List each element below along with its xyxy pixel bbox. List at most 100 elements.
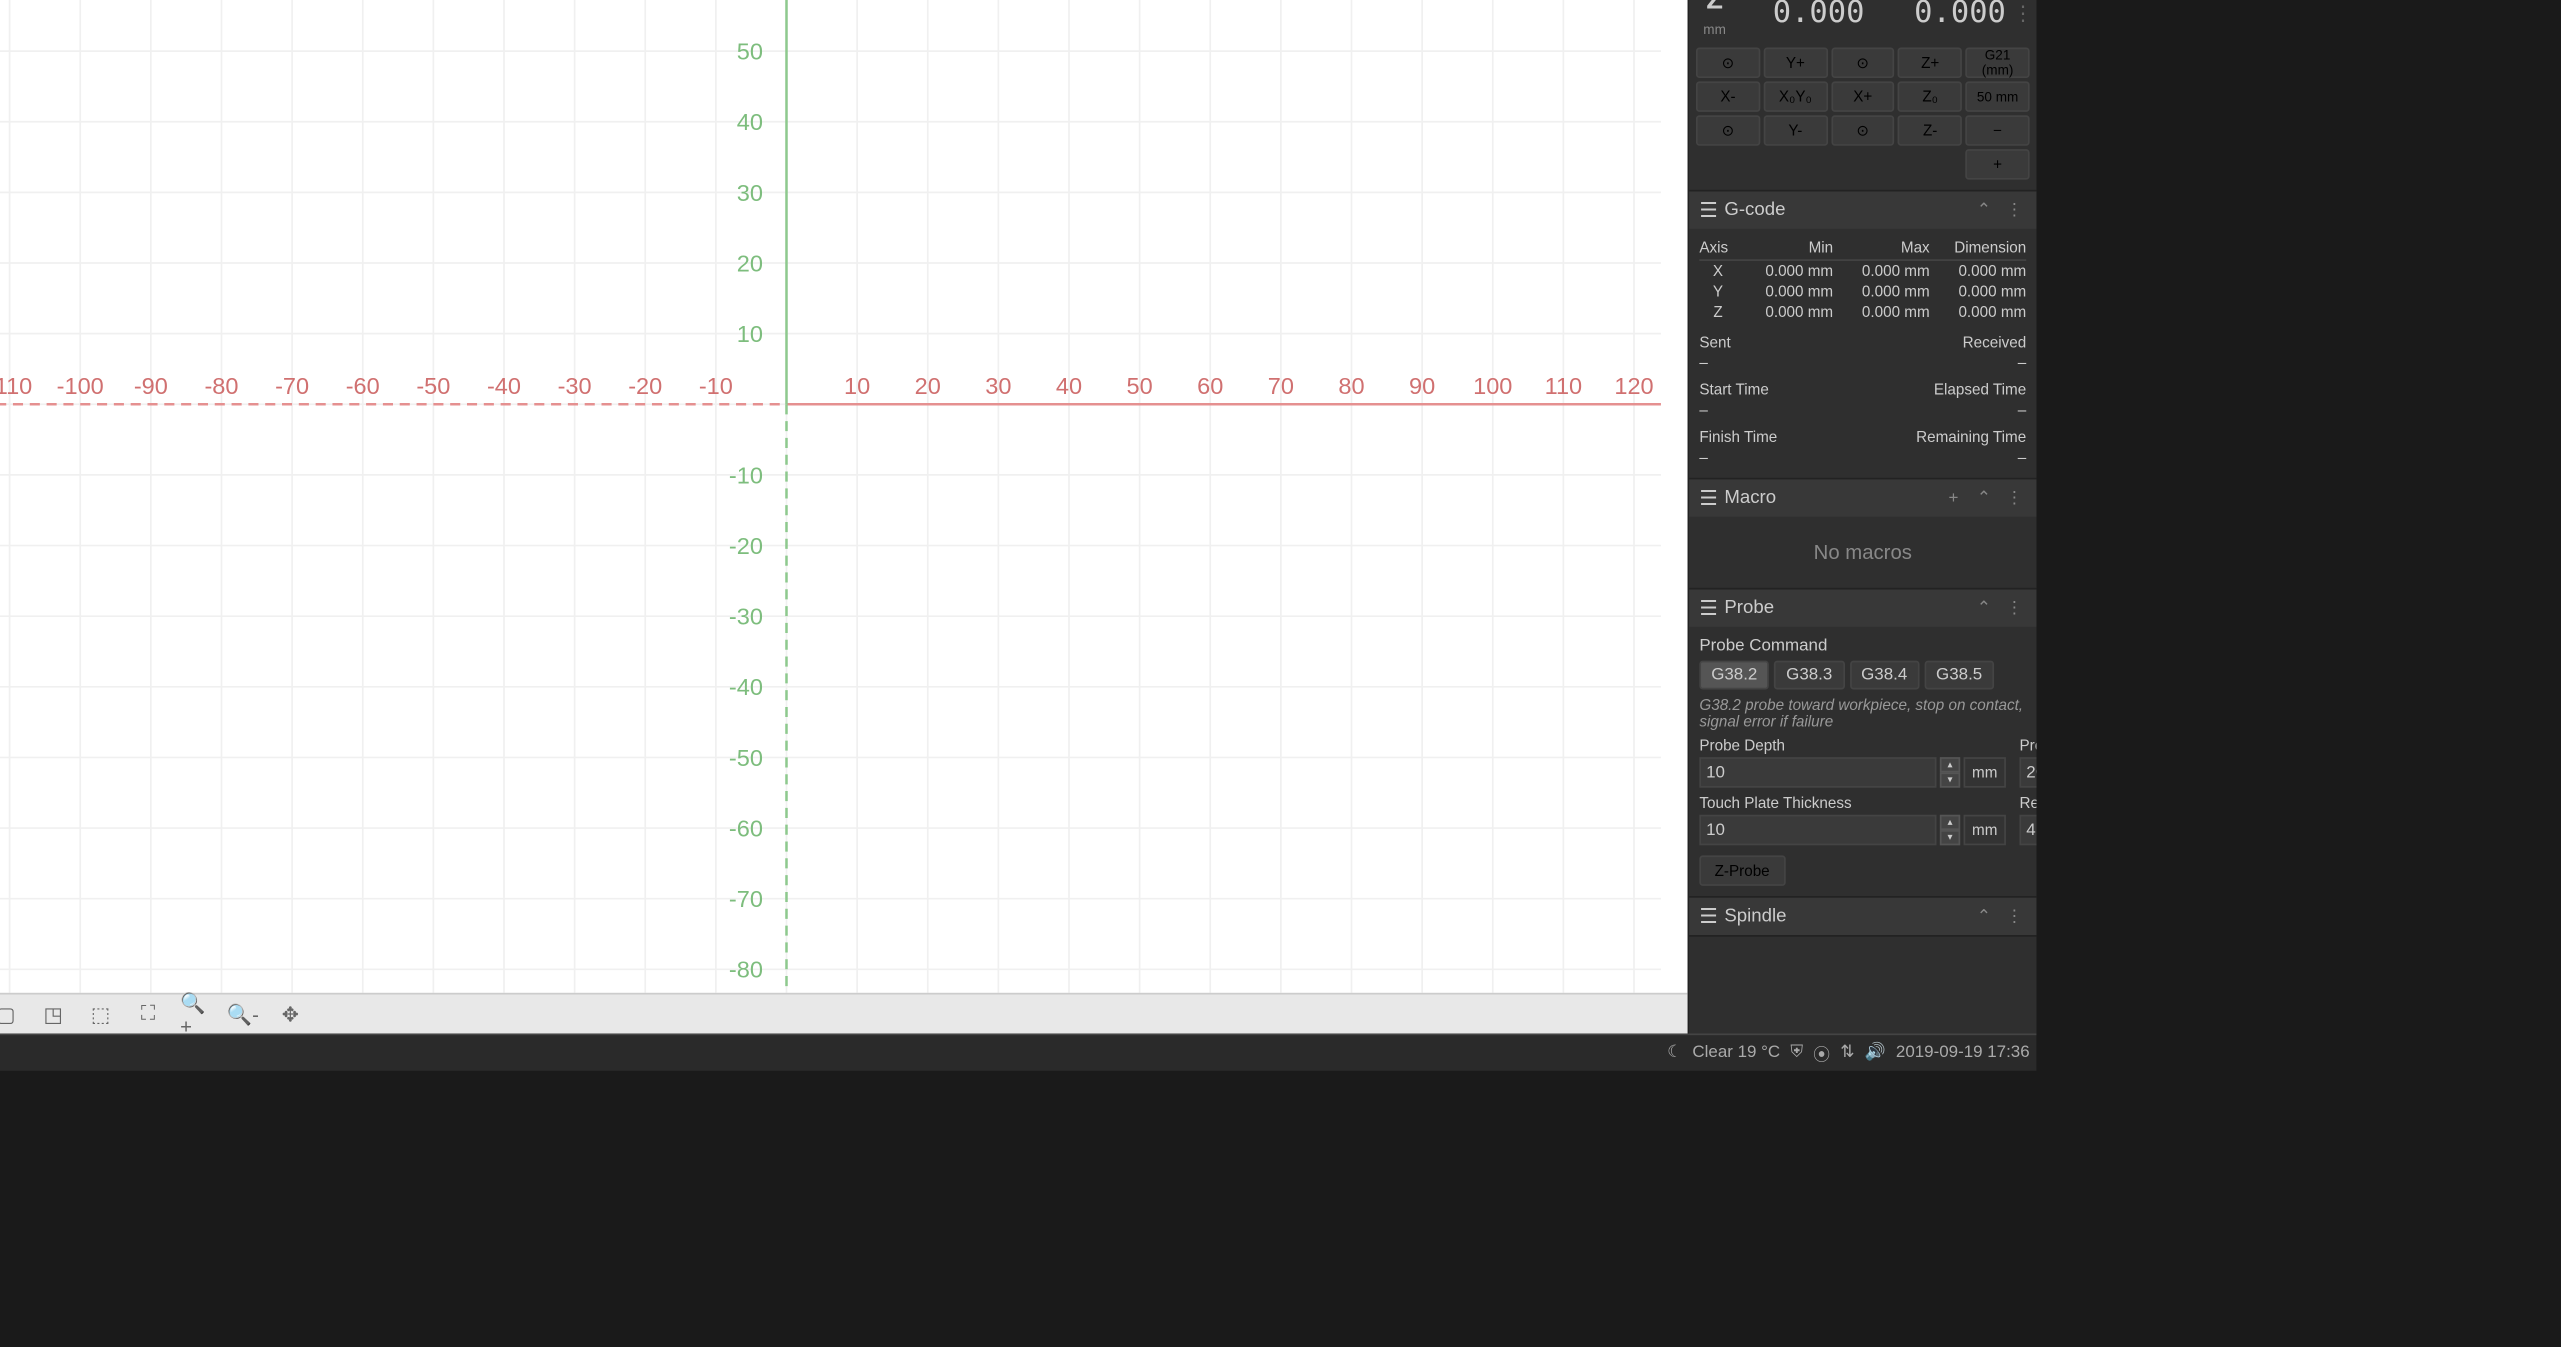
probe-collapse-button[interactable]: ⌃ xyxy=(1972,597,1996,621)
probe-feed-label: Probe Feedrate xyxy=(2020,737,2037,754)
clock-text: 2019-09-19 17:36 xyxy=(1896,1044,2030,1063)
probe-tab-g384[interactable]: G38.4 xyxy=(1849,661,1919,690)
svg-text:-10: -10 xyxy=(729,462,763,488)
gcode-menu-button[interactable]: ⋮ xyxy=(2003,198,2027,222)
svg-text:30: 30 xyxy=(985,373,1011,399)
vb-zoomout-icon[interactable]: 🔍- xyxy=(228,999,258,1029)
retraction-input[interactable] xyxy=(2020,815,2037,845)
svg-text:-20: -20 xyxy=(628,373,662,399)
probe-tab-g385[interactable]: G38.5 xyxy=(1924,661,1994,690)
step-dec-button[interactable]: − xyxy=(1966,115,2030,145)
vb-zoomin-icon[interactable]: 🔍+ xyxy=(180,999,210,1029)
jog-xy-zero-button[interactable]: X₀Y₀ xyxy=(1763,82,1827,112)
svg-text:20: 20 xyxy=(737,250,763,276)
menu-icon: ☰ xyxy=(1699,905,1717,929)
jog-menu4-button[interactable]: ⊙ xyxy=(1831,115,1895,145)
svg-text:10: 10 xyxy=(737,321,763,347)
touch-plate-input[interactable] xyxy=(1699,815,1936,845)
svg-text:-40: -40 xyxy=(487,373,521,399)
svg-text:50: 50 xyxy=(737,39,763,65)
menu-icon: ☰ xyxy=(1699,486,1717,510)
macro-empty-text: No macros xyxy=(1689,517,2036,588)
jog-x-plus-button[interactable]: X+ xyxy=(1831,82,1895,112)
svg-text:90: 90 xyxy=(1409,373,1435,399)
spindle-collapse-button[interactable]: ⌃ xyxy=(1972,905,1996,929)
probe-depth-input[interactable] xyxy=(1699,757,1936,787)
jog-y-plus-button[interactable]: Y+ xyxy=(1763,48,1827,78)
jog-z-plus-button[interactable]: Z+ xyxy=(1898,48,1962,78)
svg-text:-70: -70 xyxy=(729,886,763,912)
svg-text:-80: -80 xyxy=(729,957,763,983)
gcode-collapse-button[interactable]: ⌃ xyxy=(1972,198,1996,222)
shield-icon[interactable]: ⛨ xyxy=(1790,1044,1803,1063)
svg-text:-10: -10 xyxy=(699,373,733,399)
network-icon[interactable]: ⇅ xyxy=(1840,1044,1854,1063)
vb-cube-icon[interactable]: ⬚ xyxy=(85,999,115,1029)
jog-x-minus-button[interactable]: X- xyxy=(1696,82,1760,112)
jog-z-zero-button[interactable]: Z₀ xyxy=(1898,82,1962,112)
vb-fit-icon[interactable]: ⛶ xyxy=(133,999,163,1029)
os-taskbar: ◍ ▪ T ▶ ☾ Clear 19 °C ⛨ ⦿ ⇅ 🔊 2019-09-19… xyxy=(0,1033,2036,1070)
svg-text:-90: -90 xyxy=(134,373,168,399)
units-button[interactable]: G21 (mm) xyxy=(1966,48,2030,78)
svg-text:-100: -100 xyxy=(57,373,104,399)
probe-tab-g382[interactable]: G38.2 xyxy=(1699,661,1769,690)
jog-menu2-button[interactable]: ⊙ xyxy=(1831,48,1895,78)
jog-menu3-button[interactable]: ⊙ xyxy=(1696,115,1760,145)
svg-text:-50: -50 xyxy=(416,373,450,399)
svg-text:50: 50 xyxy=(1127,373,1153,399)
weather-icon: ☾ xyxy=(1667,1044,1682,1063)
gcode-widget: ☰ G-code ⌃ ⋮ AxisMinMaxDimension X0.000 … xyxy=(1689,192,2036,480)
svg-text:-30: -30 xyxy=(558,373,592,399)
svg-text:30: 30 xyxy=(737,180,763,206)
macro-title: Macro xyxy=(1724,488,1934,508)
svg-text:-50: -50 xyxy=(729,745,763,771)
vb-move-icon[interactable]: ✥ xyxy=(275,999,305,1029)
svg-text:10: 10 xyxy=(844,373,870,399)
svg-text:80: 80 xyxy=(1338,373,1364,399)
vb-front-icon[interactable]: ▢ xyxy=(0,999,21,1029)
probe-depth-label: Probe Depth xyxy=(1699,737,2006,754)
spindle-title: Spindle xyxy=(1724,906,1965,926)
touch-plate-label: Touch Plate Thickness xyxy=(1699,795,2006,812)
step-size-button[interactable]: 50 mm xyxy=(1966,82,2030,112)
location-icon[interactable]: ⦿ xyxy=(1813,1040,1830,1065)
svg-text:-80: -80 xyxy=(204,373,238,399)
probe-description: G38.2 probe toward workpiece, stop on co… xyxy=(1699,696,2026,730)
spindle-menu-button[interactable]: ⋮ xyxy=(2003,905,2027,929)
axes-widget: ☰ Axes ⌨ MDI ⚙ ⌃ ⋮ AxisMachine PositionW… xyxy=(1689,0,2036,192)
visualizer[interactable]: Upload G-code ▾ ▶ ⏸ ■ ✕ -120-110-100-90-… xyxy=(0,0,1688,1033)
probe-command-label: Probe Command xyxy=(1699,637,2026,656)
svg-text:100: 100 xyxy=(1473,373,1512,399)
macro-menu-button[interactable]: ⋮ xyxy=(2003,486,2027,510)
menu-icon: ☰ xyxy=(1699,198,1717,222)
jog-y-minus-button[interactable]: Y- xyxy=(1763,115,1827,145)
svg-text:120: 120 xyxy=(1614,373,1653,399)
svg-text:70: 70 xyxy=(1268,373,1294,399)
probe-tab-g383[interactable]: G38.3 xyxy=(1774,661,1844,690)
jog-z-minus-button[interactable]: Z- xyxy=(1898,115,1962,145)
jog-menu-button[interactable]: ⊙ xyxy=(1696,48,1760,78)
svg-text:110: 110 xyxy=(1545,373,1583,399)
svg-text:40: 40 xyxy=(1056,373,1082,399)
visualizer-canvas[interactable]: -120-110-100-90-80-70-60-50-40-30-20-101… xyxy=(0,0,1688,993)
svg-text:-20: -20 xyxy=(729,533,763,559)
retraction-label: Retraction Distance xyxy=(2020,795,2037,812)
probe-feed-input[interactable] xyxy=(2020,757,2037,787)
gcode-title: G-code xyxy=(1724,200,1965,220)
probe-menu-button[interactable]: ⋮ xyxy=(2003,597,2027,621)
weather-text: Clear 19 °C xyxy=(1692,1044,1780,1063)
svg-text:40: 40 xyxy=(737,109,763,135)
probe-title: Probe xyxy=(1724,598,1965,618)
vb-box-icon[interactable]: ◳ xyxy=(38,999,68,1029)
add-macro-button[interactable]: + xyxy=(1942,486,1966,510)
probe-widget: ☰ Probe ⌃ ⋮ Probe Command G38.2 G38.3 G3… xyxy=(1689,590,2036,898)
svg-text:-110: -110 xyxy=(0,373,32,399)
svg-text:-60: -60 xyxy=(729,815,763,841)
z-probe-button[interactable]: Z-Probe xyxy=(1699,856,1785,886)
step-inc-button[interactable]: + xyxy=(1966,149,2030,179)
volume-icon[interactable]: 🔊 xyxy=(1865,1044,1886,1063)
macro-collapse-button[interactable]: ⌃ xyxy=(1972,486,1996,510)
menu-icon: ☰ xyxy=(1699,597,1717,621)
svg-text:-60: -60 xyxy=(346,373,380,399)
